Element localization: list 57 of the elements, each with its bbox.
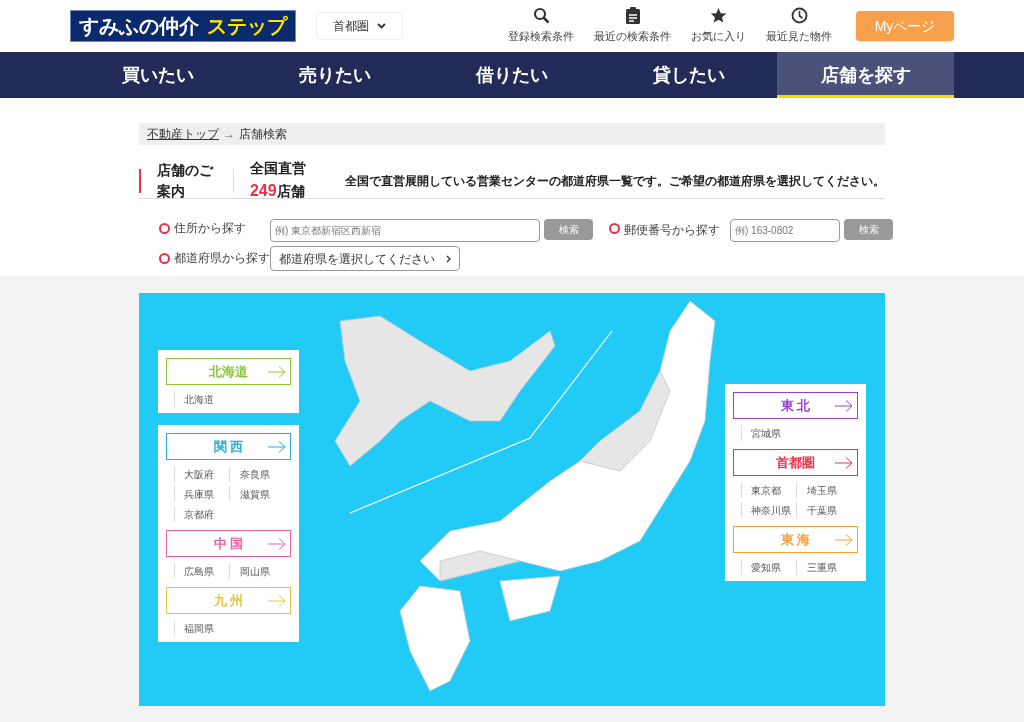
breadcrumb-link[interactable]: 不動産トップ	[147, 125, 219, 143]
region-button[interactable]: 首都圏	[733, 449, 858, 476]
header-link[interactable]: 最近見た物件	[766, 7, 832, 45]
prefecture-link[interactable]: 兵庫県	[174, 486, 229, 502]
prefecture-link[interactable]: 千葉県	[795, 502, 850, 518]
area-dropdown[interactable]: 首都圏	[316, 12, 403, 40]
prefecture-link[interactable]: 愛知県	[741, 559, 796, 575]
prefecture-search-label: 都道府県から探す	[174, 250, 270, 267]
arrow-right-icon	[835, 457, 853, 469]
arrow-right-icon	[835, 534, 853, 546]
nav-tab[interactable]: 借りたい	[423, 52, 601, 98]
prefecture-link[interactable]: 広島県	[174, 563, 229, 579]
radio-icon	[159, 222, 170, 234]
address-search-label: 住所から探す	[174, 220, 246, 237]
prefecture-link[interactable]: 宮城県	[741, 425, 796, 441]
chevron-down-icon	[377, 23, 386, 29]
arrow-right-icon	[268, 595, 286, 607]
search-icon	[532, 7, 550, 25]
nav-tab[interactable]: 買いたい	[70, 52, 247, 98]
arrow-right-icon	[835, 400, 853, 412]
header-link[interactable]: 登録検索条件	[508, 7, 574, 45]
arrow-right-icon	[268, 366, 286, 378]
arrow-right-icon	[268, 441, 286, 453]
nav-tab[interactable]: 売りたい	[246, 52, 424, 98]
store-count: 全国直営249店舗	[249, 159, 307, 201]
postal-search-label: 郵便番号から探す	[624, 222, 720, 239]
nav-tab[interactable]: 店舗を探す	[777, 52, 954, 98]
prefecture-link[interactable]: 大阪府	[174, 466, 229, 482]
section-title: 店舗のご案内	[157, 160, 215, 201]
prefecture-link[interactable]: 埼玉県	[795, 482, 850, 498]
prefecture-link[interactable]: 奈良県	[228, 466, 283, 482]
nav-tab[interactable]: 貸したい	[600, 52, 778, 98]
chevron-right-icon	[446, 254, 451, 263]
breadcrumb-current: 店舗検索	[239, 126, 287, 143]
arrow-right-icon	[268, 538, 286, 550]
star-icon	[710, 7, 727, 25]
postal-code-input-field[interactable]: 例) 163-0802	[730, 219, 840, 242]
prefecture-link[interactable]: 岡山県	[228, 563, 283, 579]
prefecture-link[interactable]: 神奈川県	[741, 502, 796, 518]
prefecture-select-button[interactable]: 都道府県を選択してください	[270, 246, 460, 271]
prefecture-link[interactable]: 三重県	[795, 559, 850, 575]
prefecture-link[interactable]: 京都府	[174, 506, 229, 522]
clock-icon	[790, 7, 808, 25]
address-input-field[interactable]: 例) 東京都新宿区西新宿	[270, 219, 540, 242]
description-text: 全国で直営展開している営業センターの都道府県一覧です。ご希望の都道府県を選択してください。	[345, 172, 885, 190]
region-button[interactable]: 東 北	[733, 392, 858, 419]
prefecture-link[interactable]: 東京都	[741, 482, 796, 498]
radio-icon	[609, 223, 620, 234]
breadcrumb-separator: →	[223, 126, 235, 143]
prefecture-link[interactable]: 福岡県	[174, 620, 229, 636]
header-link[interactable]: お気に入り	[691, 7, 746, 45]
radio-icon	[159, 252, 170, 264]
header-link[interactable]: 最近の検索条件	[594, 7, 671, 45]
prefecture-link[interactable]: 滋賀県	[228, 486, 283, 502]
prefecture-link[interactable]: 北海道	[174, 391, 229, 407]
clipboard-icon	[625, 7, 640, 25]
logo[interactable]: すみふの仲介 ステップ	[70, 10, 296, 42]
